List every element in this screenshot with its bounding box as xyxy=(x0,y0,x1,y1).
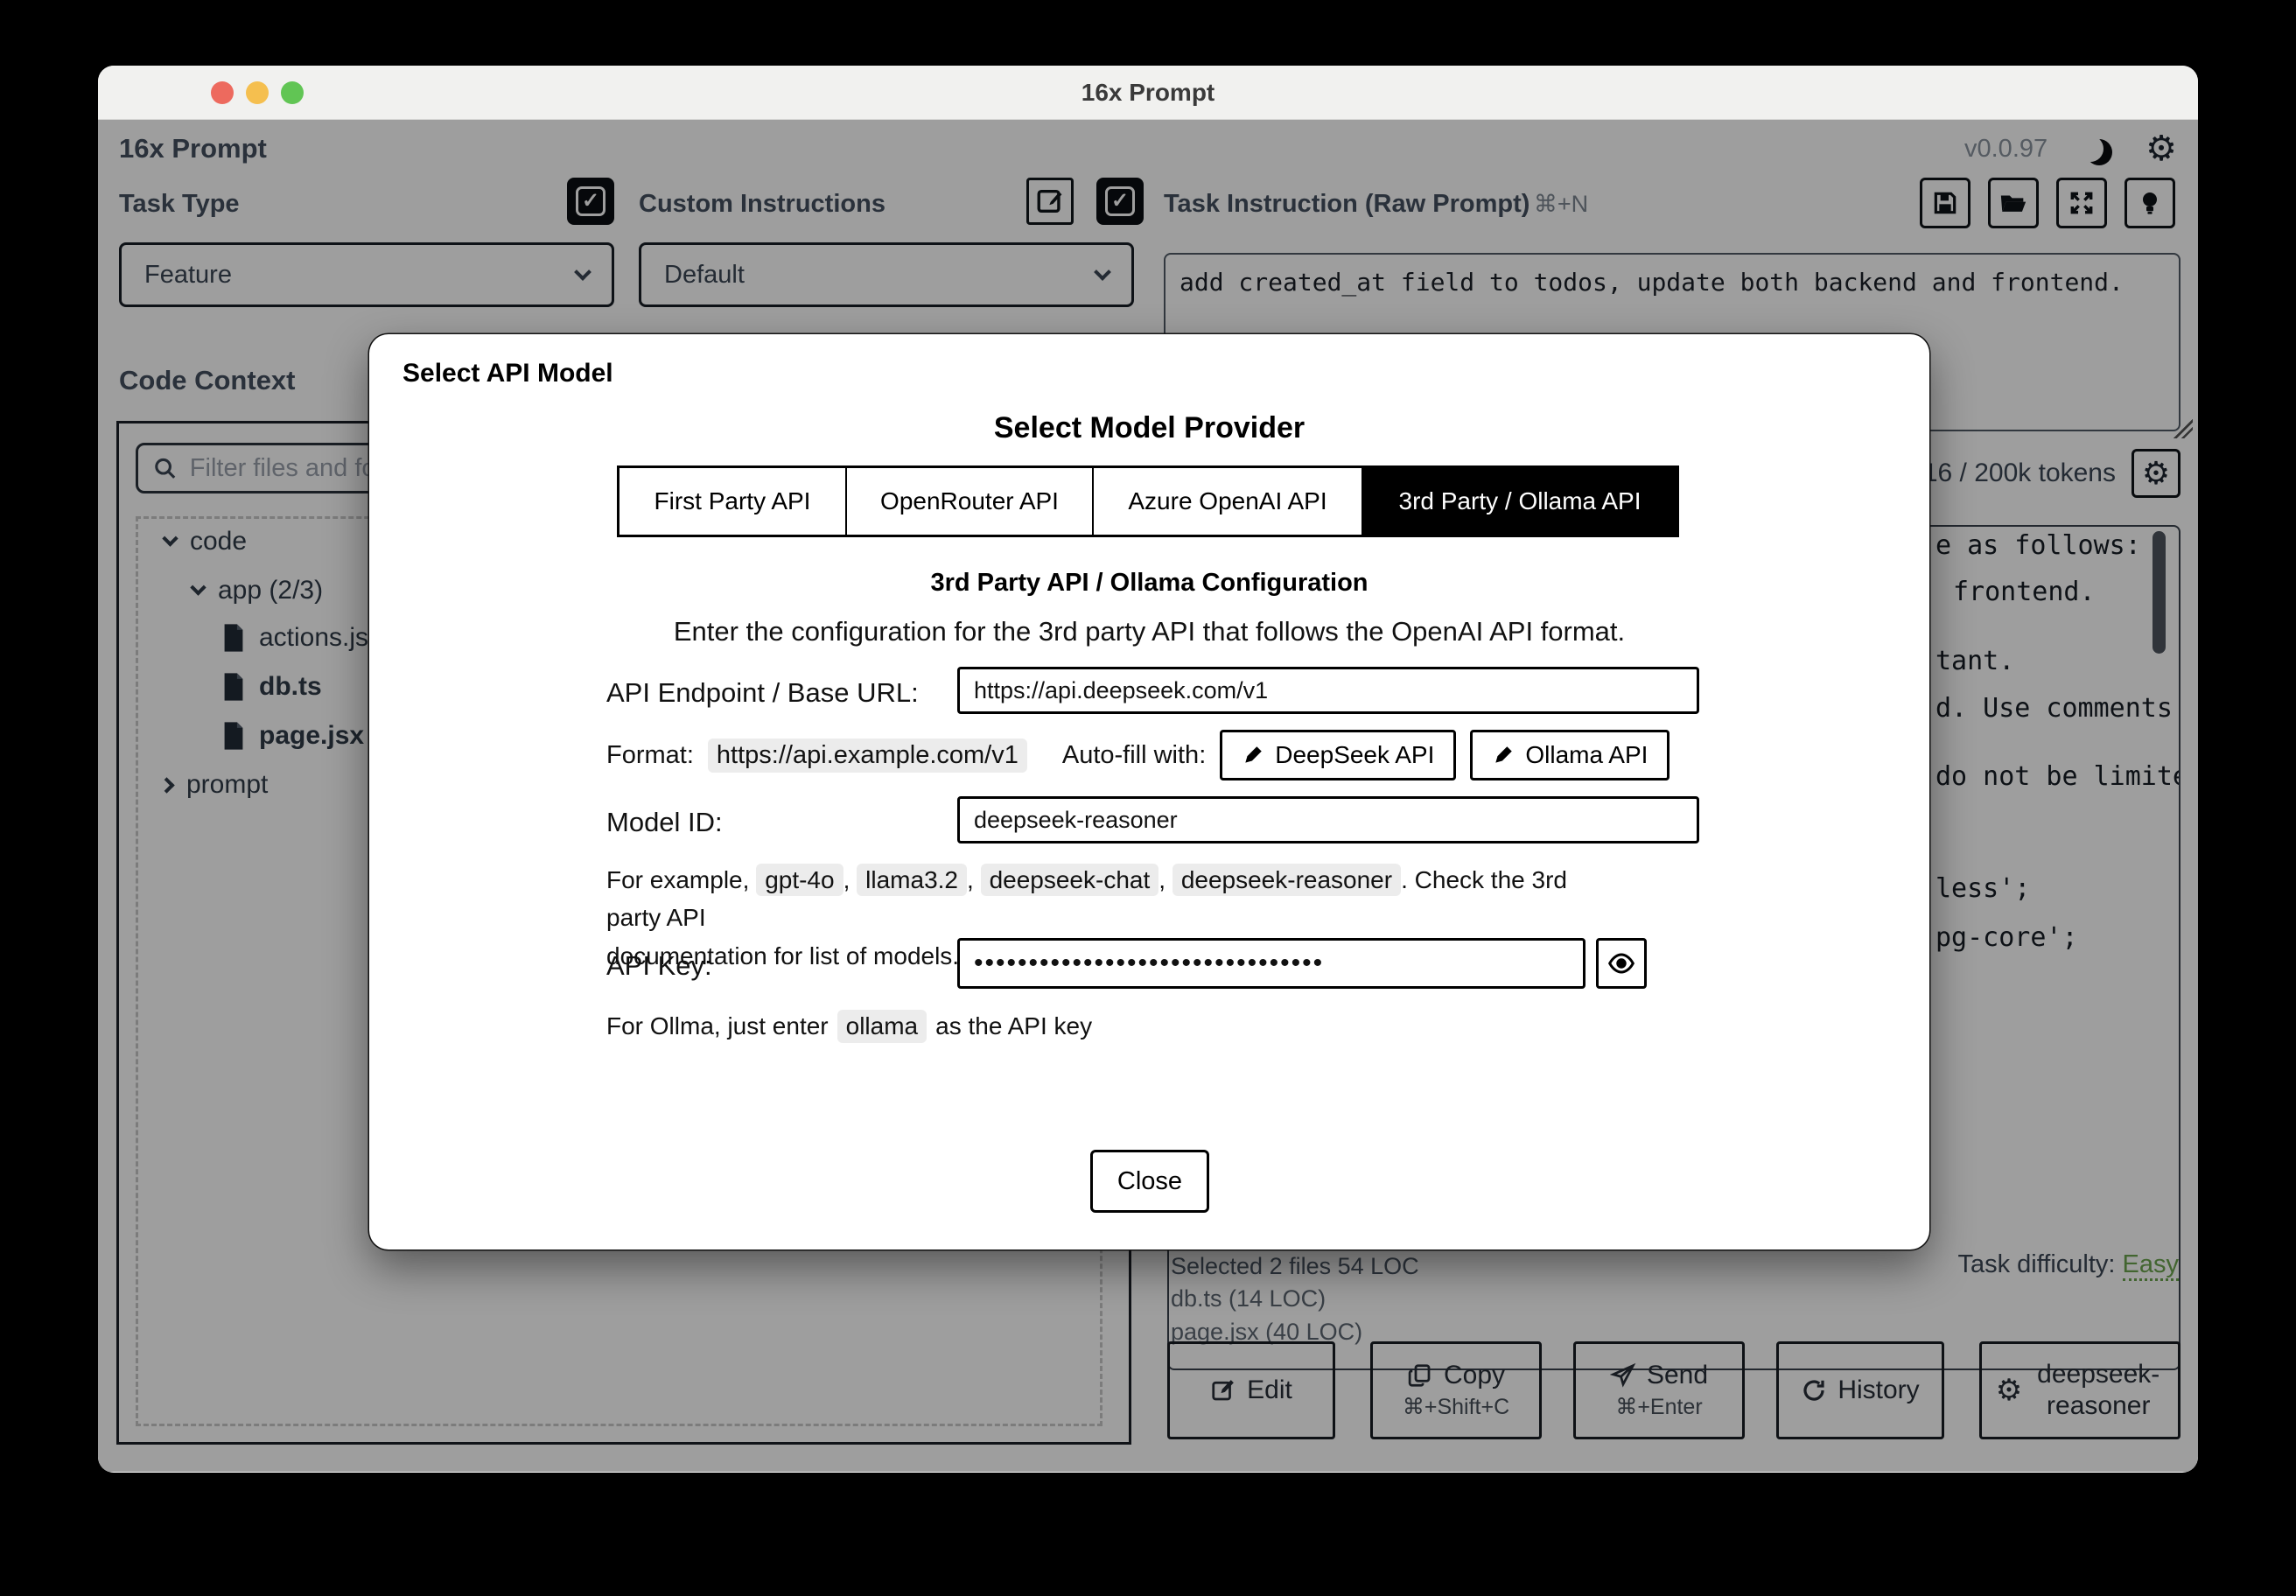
separator: , xyxy=(1158,866,1166,893)
eye-icon xyxy=(1607,953,1635,974)
model-example-chip: gpt-4o xyxy=(756,864,844,896)
separator: , xyxy=(967,866,974,893)
autofill-label: Auto-fill with: xyxy=(1061,740,1207,769)
autofill-ollama-label: Ollama API xyxy=(1525,741,1648,768)
format-label: Format: xyxy=(606,740,694,769)
tab-azure-openai-api[interactable]: Azure OpenAI API xyxy=(1092,468,1362,535)
api-key-input[interactable] xyxy=(957,938,1586,989)
config-section-title: 3rd Party API / Ollama Configuration xyxy=(930,569,1368,597)
model-id-input[interactable] xyxy=(957,796,1699,844)
help-text: For Ollma, just enter xyxy=(606,1012,829,1040)
format-example: https://api.example.com/v1 xyxy=(707,738,1027,773)
maximize-window-button[interactable] xyxy=(281,81,304,104)
minimize-window-button[interactable] xyxy=(246,81,269,104)
format-row: Format: https://api.example.com/v1 Auto-… xyxy=(606,730,1670,780)
separator: , xyxy=(843,866,850,893)
titlebar: 16x Prompt xyxy=(98,66,2198,120)
endpoint-input[interactable] xyxy=(957,667,1699,714)
model-example-chip: deepseek-reasoner xyxy=(1172,864,1402,896)
close-dialog-button[interactable]: Close xyxy=(1090,1150,1209,1213)
dialog-title: Select API Model xyxy=(402,359,613,388)
autofill-deepseek-button[interactable]: DeepSeek API xyxy=(1220,730,1457,780)
pen-icon xyxy=(1495,746,1513,763)
api-key-label: API Key: xyxy=(606,950,712,981)
tab-openrouter-api[interactable]: OpenRouter API xyxy=(845,468,1092,535)
provider-tabs: First Party API OpenRouter API Azure Ope… xyxy=(617,466,1679,537)
model-example-chip: deepseek-chat xyxy=(980,864,1159,896)
endpoint-label: API Endpoint / Base URL: xyxy=(606,677,919,708)
toggle-api-key-visibility-button[interactable] xyxy=(1596,938,1647,989)
window-title: 16x Prompt xyxy=(1081,78,1215,106)
model-id-label: Model ID: xyxy=(606,807,723,837)
tab-3rd-party-ollama-api[interactable]: 3rd Party / Ollama API xyxy=(1362,468,1676,535)
provider-heading: Select Model Provider xyxy=(993,411,1306,444)
select-api-model-dialog: Select API Model Select Model Provider F… xyxy=(369,334,1929,1250)
autofill-deepseek-label: DeepSeek API xyxy=(1275,741,1435,768)
model-example-chip: llama3.2 xyxy=(857,864,967,896)
tab-first-party-api[interactable]: First Party API xyxy=(620,468,845,535)
app-window: 16x Prompt 16x Prompt v0.0.97 ⚙ Task Typ… xyxy=(98,66,2198,1473)
ollama-key-note: For Ollma, just enter ollama as the API … xyxy=(606,1010,1092,1043)
help-text: For example, xyxy=(606,866,750,893)
config-section-desc: Enter the configuration for the 3rd part… xyxy=(673,616,1626,647)
pen-icon xyxy=(1245,746,1262,763)
close-window-button[interactable] xyxy=(211,81,234,104)
ollama-chip: ollama xyxy=(836,1010,928,1043)
help-text: as the API key xyxy=(935,1012,1093,1040)
autofill-ollama-button[interactable]: Ollama API xyxy=(1470,730,1670,780)
